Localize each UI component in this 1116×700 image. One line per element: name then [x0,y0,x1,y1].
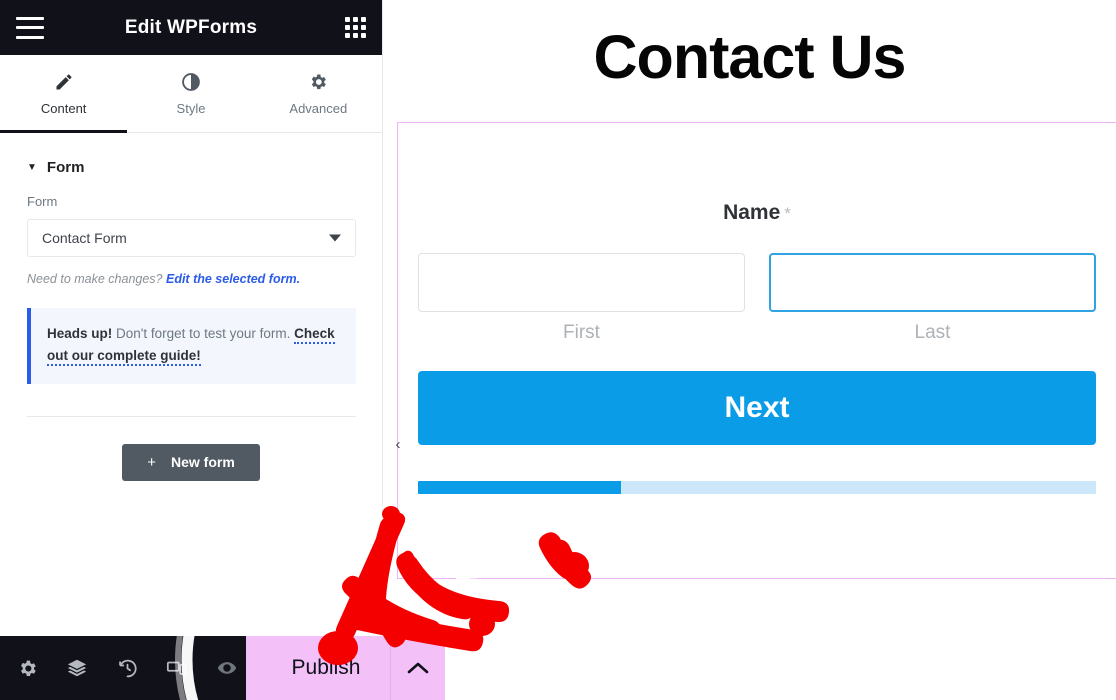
publish-button[interactable]: Publish [246,636,445,700]
page-title: Contact Us [593,23,907,91]
form-progress-track [418,481,1096,494]
panel-tabs: Content Style Advanced [0,55,382,133]
tab-advanced[interactable]: Advanced [255,55,382,132]
tab-advanced-label: Advanced [289,100,348,116]
hamburger-menu-icon[interactable] [16,16,44,39]
name-field-label: Name * [398,201,1116,225]
form-progress-fill [418,481,622,494]
new-form-button-label: New form [170,454,235,471]
panel-body: ▼ Form Form Contact Form Need to make ch… [0,133,382,700]
wpforms-section-outline: Name * First Last Next [397,122,1116,579]
first-name-input[interactable] [418,253,745,312]
notice-body: Don't forget to test your form. [112,326,295,341]
preview-eye-icon[interactable] [214,655,240,681]
name-label-text: Name [723,201,781,224]
publish-button-label: Publish [291,656,361,679]
plus-icon: + [147,453,156,471]
gear-icon [308,72,328,92]
chevron-up-icon[interactable] [391,660,445,676]
name-inputs-row: First Last [398,253,1116,344]
form-section-header[interactable]: ▼ Form [0,133,382,194]
notice-lead: Heads up! [47,326,113,341]
new-form-button[interactable]: + New form [122,443,260,481]
bottom-bar-icons [0,655,240,681]
settings-gear-icon[interactable] [14,655,40,681]
new-form-button-wrap: + New form [0,443,382,481]
first-name-sublabel: First [563,322,600,343]
editor-bottom-bar: Publish [0,636,445,700]
last-name-sublabel: Last [914,322,951,343]
form-section-title: Form [46,159,85,176]
tab-style-label: Style [176,100,206,116]
grid-apps-icon[interactable] [345,17,366,38]
required-asterisk: * [784,204,791,223]
edit-selected-form-link[interactable]: Edit the selected form. [166,272,300,286]
panel-divider [27,415,356,417]
pencil-icon [54,72,74,92]
form-select-block: Form Contact Form Need to make changes? … [0,194,382,286]
edit-form-hint-text: Need to make changes? [27,272,166,286]
contrast-circle-icon [181,72,201,92]
form-select[interactable]: Contact Form [27,219,356,257]
chevron-down-icon: ▼ [27,161,37,173]
form-select-wrap: Contact Form [27,219,356,257]
last-name-column: Last [769,253,1096,344]
panel-header: Edit WPForms [0,0,382,55]
responsive-mode-icon[interactable] [164,655,190,681]
navigator-layers-icon[interactable] [64,655,90,681]
page-preview-canvas: Contact Us Name * First Last Next ‹ [383,0,1116,700]
last-name-input[interactable] [769,253,1096,312]
tab-content-label: Content [40,100,87,116]
next-button[interactable]: Next [418,371,1096,445]
edit-form-hint: Need to make changes? Edit the selected … [27,272,355,286]
editor-panel: Edit WPForms Content Style Advanced ▼ Fo… [0,0,445,700]
tab-style[interactable]: Style [127,55,254,132]
tab-content[interactable]: Content [0,55,128,133]
panel-collapse-arrow[interactable]: ‹ [388,432,408,456]
heads-up-notice: Heads up! Don't forget to test your form… [27,308,356,384]
panel-title: Edit WPForms [124,16,258,38]
first-name-column: First [418,253,745,344]
history-revisions-icon[interactable] [114,655,140,681]
elementor-editor-screen: Contact Us Name * First Last Next ‹ Edit… [0,0,1116,700]
form-select-label: Form [27,194,58,209]
